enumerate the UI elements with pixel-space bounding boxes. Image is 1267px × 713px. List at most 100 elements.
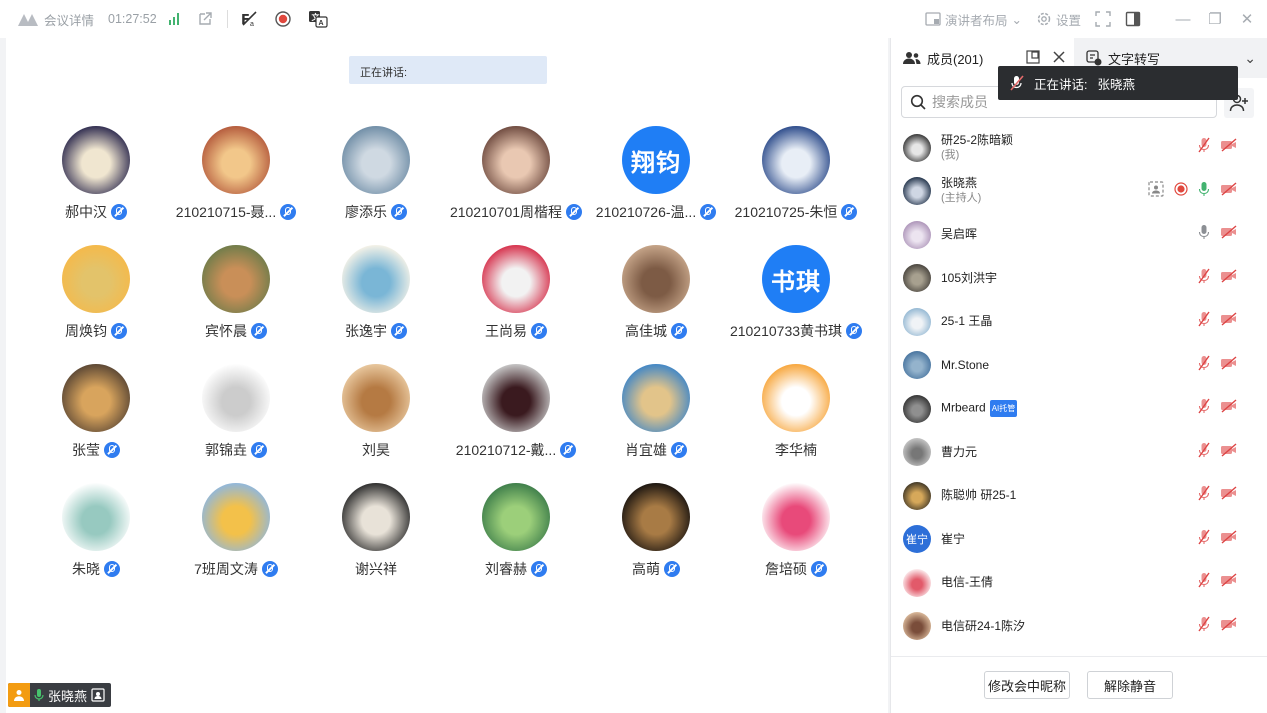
participant-name: 210210725-朱恒 <box>734 204 838 220</box>
participant-tile[interactable]: 张逸宇 <box>306 245 446 363</box>
participant-tile[interactable]: 7班周文涛 <box>166 483 306 601</box>
mic-muted-badge-icon <box>391 323 407 339</box>
mic-icon[interactable] <box>1198 224 1210 245</box>
member-row[interactable]: 吴启晖 <box>891 213 1267 257</box>
mic-muted-icon[interactable] <box>1198 442 1210 463</box>
participant-name: 李华楠 <box>775 442 817 458</box>
camera-off-icon[interactable] <box>1220 138 1238 157</box>
camera-off-icon[interactable] <box>1220 182 1238 201</box>
participant-name-row: 刘睿赫 <box>446 559 586 579</box>
mic-on-icon[interactable] <box>1198 181 1210 202</box>
mic-muted-icon[interactable] <box>1198 529 1210 550</box>
popout-icon[interactable] <box>1026 50 1040 67</box>
participant-tile[interactable]: 210210701周楷程 <box>446 126 586 244</box>
avatar <box>903 177 931 206</box>
meeting-info-link[interactable]: 会议详情 <box>44 10 94 29</box>
member-row[interactable]: 曹力元 <box>891 431 1267 475</box>
participant-name-row: 宾怀晨 <box>166 321 306 341</box>
record-icon[interactable] <box>274 10 292 28</box>
mic-muted-icon[interactable] <box>1198 398 1210 419</box>
member-name: 电信研24-1陈汐 <box>941 618 1026 633</box>
recording-icon[interactable] <box>1174 182 1188 201</box>
self-video-label[interactable]: 张晓燕 <box>8 683 112 707</box>
mic-muted-icon[interactable] <box>1198 268 1210 289</box>
participant-tile[interactable]: 书琪 210210733黄书琪 <box>726 245 866 363</box>
photo-green-ghibli <box>482 483 550 551</box>
camera-off-icon[interactable] <box>1220 356 1238 375</box>
video-gallery: 正在讲话: 郝中汉 210210715-聂... 廖添乐 210210701周楷程 翔钧… <box>6 38 888 713</box>
camera-off-icon[interactable] <box>1220 443 1238 462</box>
participant-tile[interactable]: 周焕钧 <box>26 245 166 363</box>
settings-button[interactable]: 设置 <box>1036 10 1081 29</box>
participant-tile[interactable]: 张莹 <box>26 364 166 482</box>
mic-muted-icon[interactable] <box>1198 572 1210 593</box>
member-row[interactable]: 105刘洪宇 <box>891 257 1267 301</box>
layout-dropdown[interactable]: 演讲者布局 ⌄ <box>925 10 1022 29</box>
mic-muted-badge-icon <box>104 442 120 458</box>
fullscreen-icon[interactable] <box>1095 11 1111 27</box>
chevron-down-icon[interactable]: ⌄ <box>1244 50 1256 67</box>
person-icon <box>8 683 30 707</box>
member-row[interactable]: 电信研24-1陈汐 <box>891 605 1267 649</box>
sidebar-toggle-icon[interactable] <box>1125 11 1141 27</box>
mic-muted-icon[interactable] <box>1198 355 1210 376</box>
rename-button[interactable]: 修改会中昵称 <box>984 671 1070 699</box>
member-row[interactable]: 电信-王倩 <box>891 561 1267 605</box>
participant-tile[interactable]: 郝中汉 <box>26 126 166 244</box>
signal-icon[interactable] <box>168 13 179 25</box>
participant-tile[interactable]: 李华楠 <box>726 364 866 482</box>
share-out-icon[interactable] <box>197 11 213 27</box>
camera-off-icon[interactable] <box>1220 617 1238 636</box>
camera-off-icon[interactable] <box>1220 399 1238 418</box>
participant-tile[interactable]: 210210725-朱恒 <box>726 126 866 244</box>
camera-off-icon[interactable] <box>1220 312 1238 331</box>
minimize-icon[interactable]: — <box>1167 11 1199 28</box>
svg-text:A: A <box>318 20 323 27</box>
participant-tile[interactable]: 高佳城 <box>586 245 726 363</box>
camera-off-icon[interactable] <box>1220 269 1238 288</box>
tab-members-label: 成员(201) <box>927 51 984 67</box>
camera-off-icon[interactable] <box>1220 530 1238 549</box>
participant-tile[interactable]: 刘昊 <box>306 364 446 482</box>
camera-off-icon[interactable] <box>1220 225 1238 244</box>
mic-muted-icon[interactable] <box>1198 137 1210 158</box>
participant-tile[interactable]: 宾怀晨 <box>166 245 306 363</box>
camera-off-icon[interactable] <box>1220 573 1238 592</box>
unmute-all-button[interactable]: 解除静音 <box>1087 671 1173 699</box>
ai-notes-icon[interactable]: Fa <box>240 10 258 28</box>
close-icon[interactable]: ✕ <box>1231 10 1263 28</box>
avatar <box>903 133 931 162</box>
mic-muted-icon[interactable] <box>1198 311 1210 332</box>
participant-tile[interactable]: 郭锦垚 <box>166 364 306 482</box>
member-row[interactable]: Mr.Stone <box>891 344 1267 388</box>
member-row[interactable]: 崔宁 崔宁 <box>891 518 1267 562</box>
camera-off-icon[interactable] <box>1220 486 1238 505</box>
participant-tile[interactable]: 刘睿赫 <box>446 483 586 601</box>
member-row[interactable]: 研25-2陈暗颖 (我) <box>891 126 1267 170</box>
member-row[interactable]: 张晓燕 (主持人) <box>891 170 1267 214</box>
participant-name-row: 廖添乐 <box>306 202 446 222</box>
member-row[interactable]: Mrbeard AI托管 <box>891 387 1267 431</box>
mic-muted-icon[interactable] <box>1198 485 1210 506</box>
tab-members[interactable]: 成员(201) <box>891 38 996 78</box>
participant-tile[interactable]: 谢兴祥 <box>306 483 446 601</box>
participant-tile[interactable]: 朱晓 <box>26 483 166 601</box>
participant-tile[interactable]: 翔钧 210210726-温... <box>586 126 726 244</box>
settings-label: 设置 <box>1055 13 1081 28</box>
participant-tile[interactable]: 廖添乐 <box>306 126 446 244</box>
participant-tile[interactable]: 詹培硕 <box>726 483 866 601</box>
participant-tile[interactable]: 210210715-聂... <box>166 126 306 244</box>
member-row[interactable]: 陈聪帅 研25-1 <box>891 474 1267 518</box>
participant-tile[interactable]: 王尚易 <box>446 245 586 363</box>
translate-icon[interactable]: 文A <box>308 10 328 28</box>
participant-tile[interactable]: 肖宜雄 <box>586 364 726 482</box>
screen-share-icon[interactable] <box>1148 181 1164 202</box>
participant-tile[interactable]: 高萌 <box>586 483 726 601</box>
participant-tile[interactable]: 210210712-戴... <box>446 364 586 482</box>
screen-icon <box>91 688 105 702</box>
mic-muted-icon[interactable] <box>1198 616 1210 637</box>
member-row[interactable]: 25-1 王晶 <box>891 300 1267 344</box>
close-panel-icon[interactable] <box>1052 50 1066 67</box>
restore-icon[interactable]: ❐ <box>1199 10 1231 28</box>
search-icon <box>910 94 926 110</box>
